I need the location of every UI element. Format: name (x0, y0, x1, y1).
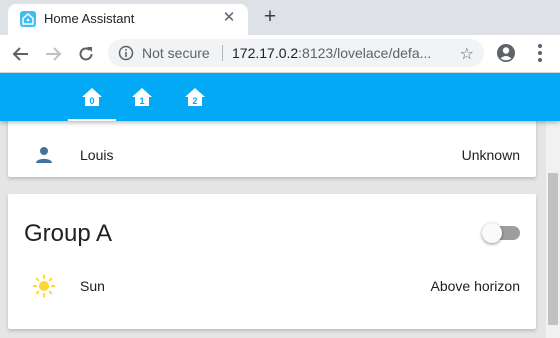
account-icon[interactable] (496, 43, 516, 68)
back-arrow-icon[interactable] (8, 41, 34, 67)
entity-state: Above horizon (430, 278, 520, 294)
home-variant-icon: 1 (132, 88, 152, 106)
entity-row-sun[interactable]: Sun Above horizon (8, 266, 536, 306)
tab-close-icon[interactable]: ✕ (220, 9, 238, 27)
sun-icon (32, 274, 56, 298)
forward-arrow-icon[interactable] (40, 41, 66, 67)
browser-menu-icon[interactable] (530, 43, 550, 63)
entity-row-louis[interactable]: Louis Unknown (8, 135, 536, 175)
account-icon (32, 143, 56, 167)
toggle-thumb (482, 223, 502, 243)
home-assistant-favicon-icon (20, 11, 36, 27)
tab-title: Home Assistant (44, 11, 135, 26)
app-header: 0 1 2 (0, 73, 560, 121)
home-variant-icon: 2 (185, 88, 205, 106)
view-tab-1[interactable]: 1 (118, 73, 166, 121)
url-path: :8123/lovelace/defa... (298, 45, 432, 61)
address-bar[interactable]: Not secure 172.17.0.2:8123/lovelace/defa… (108, 39, 484, 67)
browser-toolbar: Not secure 172.17.0.2:8123/lovelace/defa… (0, 35, 560, 73)
omnibox-divider (222, 45, 223, 61)
lovelace-view: Louis Unknown Group A Sun Above horizon (0, 121, 546, 338)
group-card: Group A Sun Above horizon (8, 194, 536, 329)
url-host: 172.17.0.2 (232, 45, 299, 61)
view-tab-label: 0 (89, 96, 94, 106)
entity-state: Unknown (461, 147, 520, 163)
url-text: 172.17.0.2:8123/lovelace/defa... (232, 45, 444, 61)
security-label: Not secure (142, 45, 210, 61)
new-tab-button[interactable]: + (258, 5, 282, 29)
browser-tab[interactable]: Home Assistant ✕ (8, 4, 248, 35)
view-tab-label: 2 (192, 96, 197, 106)
scrollbar-thumb[interactable] (548, 173, 558, 325)
entities-card: Louis Unknown (8, 121, 536, 177)
tab-strip: Home Assistant ✕ + (0, 0, 560, 35)
card-title: Group A (24, 220, 113, 247)
view-tab-label: 1 (139, 96, 144, 106)
info-icon[interactable] (118, 45, 134, 66)
view-tab-0[interactable]: 0 (68, 73, 116, 121)
group-toggle[interactable] (482, 223, 520, 243)
view-tab-2[interactable]: 2 (171, 73, 219, 121)
bookmark-star-icon[interactable]: ☆ (460, 44, 474, 64)
entity-name: Louis (80, 147, 114, 163)
entity-name: Sun (80, 278, 105, 294)
home-variant-icon: 0 (82, 88, 102, 106)
reload-icon[interactable] (73, 41, 99, 67)
